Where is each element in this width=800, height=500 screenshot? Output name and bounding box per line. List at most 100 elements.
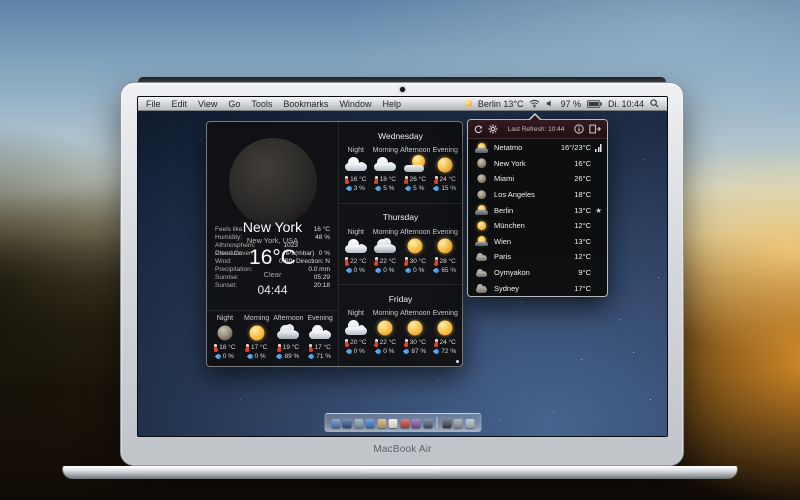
weather-icon	[344, 319, 368, 336]
city-name: Oymyakon	[494, 268, 578, 277]
dock-icon-downloads[interactable]	[442, 419, 451, 428]
battery-icon[interactable]	[587, 100, 602, 108]
city-name: New York	[494, 159, 574, 168]
period-label: Night	[341, 310, 371, 317]
weather-status-label[interactable]: Berlin 13°C	[478, 99, 524, 109]
weather-icon	[475, 173, 488, 184]
weather-icon	[403, 238, 427, 255]
city-row-miami[interactable]: Miami26°C	[468, 171, 607, 187]
last-refresh-label: Last Refresh: 10:44	[503, 126, 569, 133]
weather-icon	[344, 238, 368, 255]
rain-value: 0 %	[354, 267, 365, 274]
dock-icon[interactable]	[389, 419, 398, 428]
thermometer-icon	[435, 257, 438, 265]
rain-value: 65 %	[441, 267, 456, 274]
temp-value: 18 °C	[219, 344, 235, 351]
weather-icon	[373, 156, 397, 173]
dock-icon[interactable]	[400, 419, 409, 428]
menu-tools[interactable]: Tools	[251, 99, 272, 109]
city-row-oymyakon[interactable]: Oymyakon9°C	[468, 265, 607, 281]
weather-status-icon[interactable]	[465, 100, 472, 107]
info-icon[interactable]	[574, 124, 584, 134]
sign-out-icon[interactable]	[589, 124, 601, 134]
raindrop-icon	[346, 185, 353, 192]
dock-icon[interactable]	[377, 419, 386, 428]
temp-value: 19 °C	[283, 344, 299, 351]
city-temp: 12°C	[574, 221, 591, 230]
dock-icon[interactable]	[412, 419, 421, 428]
menu-file[interactable]: File	[146, 99, 161, 109]
forecast-cell: Afternoon30 °C87 %	[400, 310, 430, 356]
raindrop-icon	[346, 348, 353, 355]
clock-label[interactable]: Di. 10:44	[608, 99, 644, 109]
dock-icon-finder[interactable]	[331, 419, 340, 428]
weather-icon	[433, 319, 457, 336]
city-name: Berlin	[494, 206, 574, 215]
city-row-los-angeles[interactable]: Los Angeles18°C	[468, 187, 607, 203]
period-label: Morning	[371, 229, 401, 236]
battery-percent[interactable]: 97 %	[560, 99, 581, 109]
settings-gear-icon[interactable]	[488, 124, 498, 134]
popover-toolbar: Last Refresh: 10:44	[468, 120, 607, 139]
city-row-sydney[interactable]: Sydney17°C	[468, 280, 607, 296]
rain-value: 15 %	[441, 185, 456, 192]
popover-arrow-fill	[530, 115, 540, 120]
thermometer-icon	[214, 344, 217, 352]
period-label: Night	[341, 229, 371, 236]
city-temp: 13°C	[574, 206, 591, 215]
dock-icon[interactable]	[343, 419, 352, 428]
window-resize-handle[interactable]	[456, 360, 459, 363]
menu-window[interactable]: Window	[339, 99, 371, 109]
city-list: Netatmo16°/23°C New York16°C Miami26°C L…	[468, 139, 607, 297]
rain-value: 0 %	[223, 353, 234, 360]
city-row-paris[interactable]: Paris12°C	[468, 249, 607, 265]
refresh-icon[interactable]	[474, 125, 483, 134]
city-row-muenchen[interactable]: München12°C	[468, 218, 607, 234]
thermometer-icon	[345, 176, 348, 184]
day-title: Wednesday	[341, 131, 460, 141]
thermometer-icon	[435, 176, 438, 184]
period-label: Morning	[371, 310, 401, 317]
dock-icon[interactable]	[354, 419, 363, 428]
menu-view[interactable]: View	[198, 99, 217, 109]
dock-icon-trash[interactable]	[465, 419, 474, 428]
weather-icon	[245, 324, 269, 341]
wifi-icon[interactable]	[529, 99, 540, 108]
weather-icon	[475, 220, 488, 231]
raindrop-icon	[215, 353, 222, 360]
weather-icon	[276, 324, 300, 341]
weather-icon	[344, 156, 368, 173]
thermometer-icon	[375, 257, 378, 265]
spotlight-search-icon[interactable]	[650, 99, 659, 108]
raindrop-icon	[276, 353, 283, 360]
menu-help[interactable]: Help	[382, 99, 401, 109]
forecast-cell: Afternoon26 °C5 %	[400, 147, 430, 193]
raindrop-icon	[346, 267, 353, 274]
city-title: New York	[207, 219, 338, 235]
menu-go[interactable]: Go	[228, 99, 240, 109]
period-label: Night	[341, 147, 371, 154]
weather-icon	[373, 238, 397, 255]
day-panel-wednesday: Wednesday Night16 °C3 % Morning18 °C5 % …	[339, 122, 462, 203]
dock-icon[interactable]	[366, 419, 375, 428]
city-row-new-york[interactable]: New York16°C	[468, 156, 607, 172]
city-row-netatmo[interactable]: Netatmo16°/23°C	[468, 140, 607, 156]
menu-bookmarks[interactable]: Bookmarks	[283, 99, 328, 109]
rain-value: 0 %	[383, 348, 394, 355]
temp-value: 18 °C	[380, 176, 396, 183]
weather-icon	[475, 189, 488, 200]
forecast-cell: Night16 °C3 %	[341, 147, 371, 193]
thermometer-icon	[405, 176, 408, 184]
temp-value: 24 °C	[440, 339, 456, 346]
weather-icon	[403, 156, 427, 173]
region-subtitle: New York, USA	[207, 236, 338, 245]
dock-icon[interactable]	[454, 419, 463, 428]
dock-icon[interactable]	[423, 419, 432, 428]
city-row-berlin[interactable]: Berlin13°C★	[468, 202, 607, 218]
menu-edit[interactable]: Edit	[172, 99, 188, 109]
forecast-cell: Night22 °C0 %	[341, 229, 371, 275]
day-title: Friday	[341, 294, 460, 304]
city-row-wien[interactable]: Wien13°C	[468, 234, 607, 250]
volume-icon[interactable]	[546, 99, 554, 108]
weather-icon	[475, 251, 488, 262]
